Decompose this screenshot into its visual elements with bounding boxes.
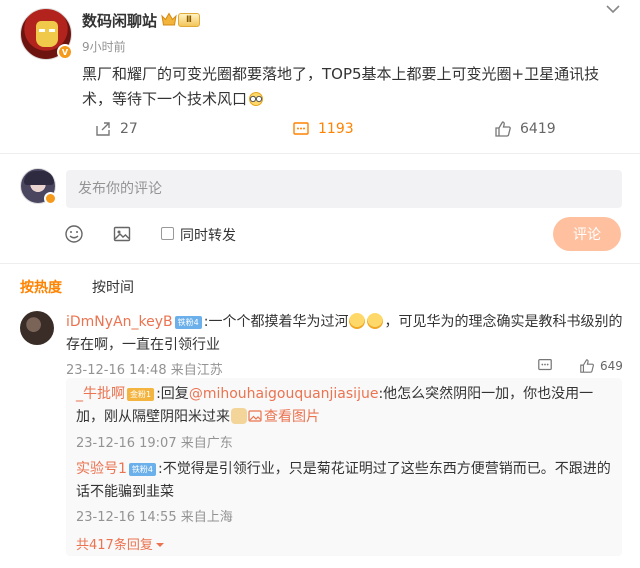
right-eye xyxy=(49,29,55,32)
caret-down-icon xyxy=(155,543,164,547)
repost-count: 27 xyxy=(120,121,138,137)
thumbs-up-icon xyxy=(580,359,594,373)
reply-body: 实验号1 铁粉4:不觉得是引领行业，只是菊花证明过了这些东西方便营销而已。不跟进的… xyxy=(76,458,616,504)
verified-badge-icon: V xyxy=(57,44,73,60)
view-image-label: 查看图片 xyxy=(264,409,320,425)
avatar-hair xyxy=(24,171,54,185)
like-count: 6419 xyxy=(520,121,556,137)
iron-man-face xyxy=(36,21,58,47)
crown-icon xyxy=(161,12,177,26)
post-time[interactable]: 9小时前 xyxy=(82,38,126,55)
tab-sort-time[interactable]: 按时间 xyxy=(92,277,134,297)
chevron-down-icon[interactable] xyxy=(603,2,623,18)
comment-meta: 23-12-16 14:48 来自江苏 xyxy=(66,363,223,378)
laughing-emoji-icon xyxy=(367,313,384,329)
post-text: 黑厂和耀厂的可变光圈都要落地了，TOP5基本上都要上可变光圈+卫星通讯技术，等待… xyxy=(82,62,612,112)
mention-link[interactable]: @mihouhaigouquanjiasijue xyxy=(189,386,379,402)
emoji-icon[interactable] xyxy=(64,224,84,244)
comment-like-button[interactable]: 649 xyxy=(579,358,623,374)
thumbs-up-icon xyxy=(495,121,511,137)
image-icon xyxy=(248,410,262,422)
comment-text: :一个个都摸着华为过河 xyxy=(203,314,349,330)
commenter-avatar[interactable] xyxy=(20,311,54,345)
divider xyxy=(0,263,640,264)
more-replies-label: 共417条回复 xyxy=(76,538,153,553)
like-button[interactable]: 6419 xyxy=(494,120,556,138)
reply-body: _牛批啊 金粉1:回复@mihouhaigouquanjiasijue:他怎么突然… xyxy=(76,383,616,429)
reply-meta: 23-12-16 14:55 来自上海 xyxy=(76,510,233,525)
comment-icon xyxy=(293,122,309,135)
laughing-emoji-icon xyxy=(349,313,366,329)
repost-icon xyxy=(96,122,110,136)
submit-comment-button[interactable]: 评论 xyxy=(553,217,621,251)
repost-button[interactable]: 27 xyxy=(94,120,138,138)
verified-badge-icon xyxy=(44,192,57,205)
forward-checkbox[interactable] xyxy=(161,227,174,240)
replier-name[interactable]: _牛批啊 xyxy=(76,386,125,402)
more-replies-link[interactable]: 共417条回复 xyxy=(76,534,165,553)
post-text-content: 黑厂和耀厂的可变光圈都要落地了，TOP5基本上都要上可变光圈+卫星通讯技术，等待… xyxy=(82,65,600,108)
left-eye xyxy=(39,29,45,32)
level-badge: Ⅱ xyxy=(178,13,200,27)
author-name[interactable]: 数码闲聊站 xyxy=(82,10,157,31)
fan-level-badge: 铁粉4 xyxy=(128,463,157,476)
tab-sort-hot[interactable]: 按热度 xyxy=(20,277,62,297)
forward-label: 同时转发 xyxy=(180,228,236,244)
doge-emoji-icon xyxy=(231,408,247,424)
fan-level-badge: 铁粉4 xyxy=(174,316,202,329)
comment-like-count: 649 xyxy=(600,359,623,373)
reply-icon[interactable] xyxy=(537,357,553,373)
view-image-link[interactable]: 查看图片 xyxy=(248,409,320,425)
comment-button[interactable]: 1193 xyxy=(292,120,354,138)
divider xyxy=(0,153,640,154)
image-icon[interactable] xyxy=(112,224,132,244)
reply-text: :不觉得是引领行业，只是菊花证明过了这些东西方便营销而已。不跟进的话不能骗到韭菜 xyxy=(76,461,611,500)
comment-count: 1193 xyxy=(318,121,354,137)
fan-level-badge: 金粉1 xyxy=(127,388,155,401)
reply-meta: 23-12-16 19:07 来自广东 xyxy=(76,436,233,451)
replier-name[interactable]: 实验号1 xyxy=(76,461,127,477)
comment-body: iDmNyAn_keyB 铁粉4:一个个都摸着华为过河 ，可见华为的理念确实是教科书… xyxy=(66,311,626,357)
commenter-name[interactable]: iDmNyAn_keyB xyxy=(66,314,173,330)
comment-input[interactable] xyxy=(66,170,622,208)
reply-prefix: :回复 xyxy=(156,386,189,402)
glasses-emoji-icon xyxy=(249,92,264,106)
